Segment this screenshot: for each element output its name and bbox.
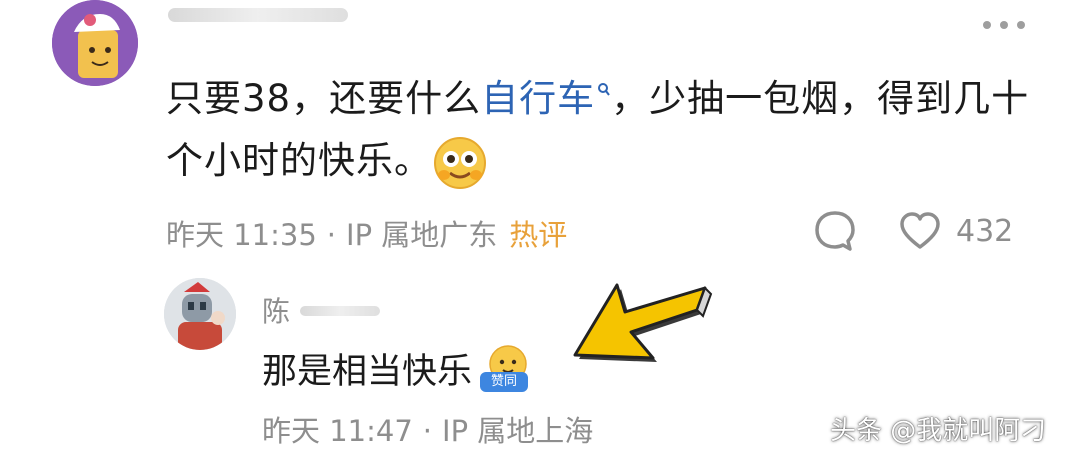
comment-meta: 昨天 11:35 · IP 属地广东 热评 [166,212,567,254]
reply-username-label: 陈 [262,295,291,328]
reply-body: 那是相当快乐 赞同 [262,343,536,394]
reply-text: 那是相当快乐 [262,352,473,392]
dot-icon [1000,21,1008,29]
reply-comment-icon[interactable] [812,208,858,254]
search-link[interactable]: 自行车 [481,77,611,120]
meta-separator: · [326,218,337,252]
blurred-username [168,8,348,22]
reply-time: 昨天 11:47 [262,414,413,448]
reply-username[interactable]: 陈 [262,290,290,330]
annotation-arrow-icon [573,283,713,362]
dot-icon [983,21,991,29]
watermark-text: 头条 @我就叫阿刁 [830,416,1047,446]
comment-text-part: 只要38，还要什么 [166,77,482,120]
more-options-button[interactable] [974,14,1034,36]
like-button[interactable]: 432 [898,206,1013,256]
avatar-robot-icon [164,278,236,350]
avatar-cartoon-icon [52,0,138,86]
reply-ip-location: IP 属地上海 [442,414,594,448]
hot-comment-tag: 热评 [509,218,568,252]
watermark: 头条 @我就叫阿刁 [830,410,1046,447]
search-icon [598,82,610,96]
like-count: 432 [956,213,1014,249]
drooling-face-emoji-icon [434,136,486,189]
ip-location: IP 属地广东 [346,218,498,252]
agree-emoji-label: 赞同 [491,373,518,389]
comment-time: 昨天 11:35 [166,218,317,252]
avatar[interactable] [52,0,138,86]
heart-icon [900,212,940,249]
blurred-username [300,306,380,316]
meta-separator: · [422,414,433,448]
dot-icon [1017,21,1025,29]
search-link-label: 自行车 [481,77,596,120]
comment-thread: 只要38，还要什么自行车 ，少抽一包烟，得到几十个小时的快乐。 昨天 11:35 ·… [0,0,1080,459]
comment-body: 只要38，还要什么自行车 ，少抽一包烟，得到几十个小时的快乐。 [166,68,1046,192]
agree-emoji-icon: 赞同 [476,344,536,394]
reply-meta: 昨天 11:47 · IP 属地上海 [262,408,593,450]
reply-avatar[interactable] [164,278,236,350]
